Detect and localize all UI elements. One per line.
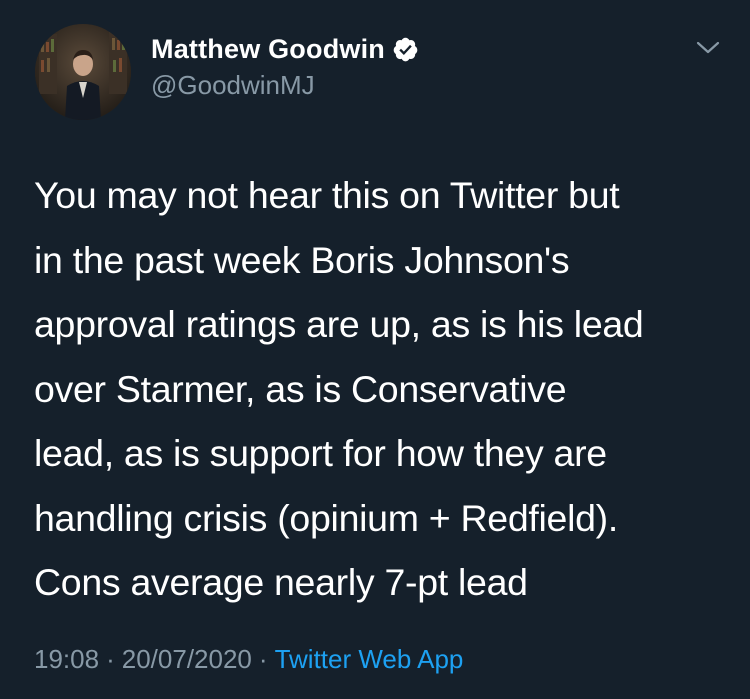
tweet-text-line: lead, as is support for how they are	[34, 432, 607, 474]
chevron-down-icon	[696, 41, 720, 54]
tweet-text-line: approval ratings are up, as is his lead	[34, 303, 644, 345]
tweet-date[interactable]: 20/07/2020	[122, 644, 252, 675]
avatar[interactable]	[35, 24, 131, 120]
tweet-text-line: Cons average nearly 7-pt lead	[34, 561, 528, 603]
tweet-time[interactable]: 19:08	[34, 644, 99, 675]
tweet-text-line: over Starmer, as is Conservative	[34, 367, 567, 410]
author-name-row[interactable]: Matthew Goodwin	[151, 32, 419, 66]
author-handle[interactable]: @GoodwinMJ	[151, 70, 315, 101]
tweet-text-line: You may not hear this on Twitter but	[34, 174, 620, 216]
profile-photo-icon	[35, 24, 131, 120]
tweet-text-line: handling crisis (opinium + Redfield).	[34, 496, 618, 539]
tweet-menu-button[interactable]	[690, 34, 726, 62]
verified-badge-icon	[392, 36, 419, 63]
tweet-card: Matthew Goodwin @GoodwinMJ You may not h…	[0, 0, 750, 699]
tweet-text-line: in the past week Boris Johnson's	[34, 238, 570, 281]
tweet-meta: 19:08 · 20/07/2020 · Twitter Web App	[34, 644, 463, 675]
meta-separator: ·	[106, 644, 115, 674]
tweet-text: You may not hear this on Twitter but in …	[34, 163, 734, 615]
author-display-name[interactable]: Matthew Goodwin	[151, 34, 385, 65]
meta-separator: ·	[258, 644, 268, 674]
tweet-source-link[interactable]: Twitter Web App	[275, 644, 464, 675]
